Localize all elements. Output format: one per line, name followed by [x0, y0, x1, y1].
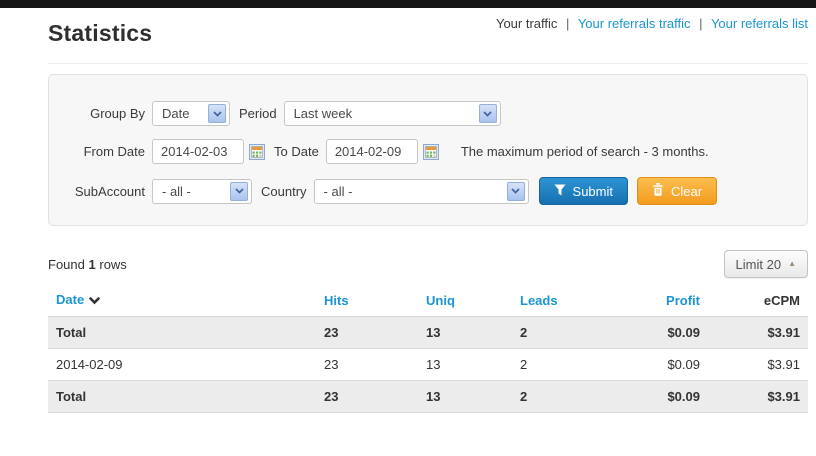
chevron-down-icon: [479, 104, 497, 123]
cell-leads: 2: [512, 317, 606, 349]
to-date-label: To Date: [274, 144, 319, 159]
country-select[interactable]: - all -: [314, 179, 529, 204]
found-count: 1: [89, 257, 96, 272]
submit-label: Submit: [573, 184, 613, 199]
cell-ecpm: $3.91: [708, 317, 808, 349]
nav-your-traffic[interactable]: Your traffic: [496, 16, 557, 31]
nav-separator: |: [699, 16, 702, 31]
cell-profit: $0.09: [606, 381, 708, 413]
from-date-label: From Date: [61, 144, 145, 159]
cell-leads: 2: [512, 349, 606, 381]
clear-label: Clear: [671, 184, 702, 199]
found-rows-text: Found 1 rows: [48, 257, 127, 272]
column-header-date[interactable]: Date: [48, 284, 316, 317]
top-nav: Your traffic | Your referrals traffic | …: [496, 16, 808, 31]
page-header: Statistics Your traffic | Your referrals…: [48, 8, 808, 64]
cell-hits: 23: [316, 317, 418, 349]
group-by-select[interactable]: Date: [152, 101, 230, 126]
nav-separator: |: [566, 16, 569, 31]
cell-profit: $0.09: [606, 317, 708, 349]
cell-hits: 23: [316, 349, 418, 381]
clear-button[interactable]: Clear: [637, 177, 717, 205]
subaccount-value: - all -: [162, 184, 191, 199]
cell-date: Total: [48, 381, 316, 413]
cell-profit: $0.09: [606, 349, 708, 381]
cell-leads: 2: [512, 381, 606, 413]
found-prefix: Found: [48, 257, 85, 272]
results-bar: Found 1 rows Limit 20 ▲: [48, 250, 808, 278]
table-row-total-top: Total 23 13 2 $0.09 $3.91: [48, 317, 808, 349]
column-header-profit[interactable]: Profit: [606, 284, 708, 317]
nav-your-referrals-list[interactable]: Your referrals list: [711, 16, 808, 31]
to-date-calendar-icon[interactable]: [423, 144, 439, 160]
subaccount-label: SubAccount: [61, 184, 145, 199]
from-date-input[interactable]: [152, 139, 244, 164]
cell-uniq: 13: [418, 381, 512, 413]
funnel-icon: [554, 184, 566, 199]
cell-uniq: 13: [418, 349, 512, 381]
submit-button[interactable]: Submit: [539, 177, 628, 205]
chevron-down-icon: [208, 104, 226, 123]
country-label: Country: [261, 184, 307, 199]
period-value: Last week: [294, 106, 353, 121]
subaccount-select[interactable]: - all -: [152, 179, 252, 204]
cell-uniq: 13: [418, 317, 512, 349]
cell-ecpm: $3.91: [708, 349, 808, 381]
column-header-uniq[interactable]: Uniq: [418, 284, 512, 317]
filter-row-subaccount-country: SubAccount - all - Country - all - Submi…: [61, 177, 789, 205]
table-row-data: 2014-02-09 23 13 2 $0.09 $3.91: [48, 349, 808, 381]
trash-icon: [652, 183, 664, 199]
chevron-up-icon: ▲: [788, 260, 796, 268]
limit-label: Limit 20: [736, 257, 782, 272]
column-header-hits[interactable]: Hits: [316, 284, 418, 317]
column-header-leads[interactable]: Leads: [512, 284, 606, 317]
filter-row-dates: From Date To Date: [61, 139, 789, 164]
to-date-input[interactable]: [326, 139, 418, 164]
table-row-total-bottom: Total 23 13 2 $0.09 $3.91: [48, 381, 808, 413]
column-header-ecpm: eCPM: [708, 284, 808, 317]
stats-table: Date Hits Uniq Leads Profit eCPM Total 2…: [48, 284, 808, 413]
from-date-calendar-icon[interactable]: [249, 144, 265, 160]
cell-ecpm: $3.91: [708, 381, 808, 413]
top-black-bar: [0, 0, 816, 8]
period-label: Period: [239, 106, 277, 121]
chevron-down-icon: [507, 182, 525, 201]
page-title: Statistics: [48, 20, 152, 47]
page-content: Statistics Your traffic | Your referrals…: [48, 8, 808, 413]
cell-date: 2014-02-09: [48, 349, 316, 381]
found-suffix: rows: [99, 257, 126, 272]
table-header-row: Date Hits Uniq Leads Profit eCPM: [48, 284, 808, 317]
chevron-down-icon: [230, 182, 248, 201]
filter-panel: Group By Date Period Last week From Date: [48, 74, 808, 226]
period-select[interactable]: Last week: [284, 101, 501, 126]
group-by-value: Date: [162, 106, 189, 121]
group-by-label: Group By: [61, 106, 145, 121]
country-value: - all -: [324, 184, 353, 199]
filter-row-group-period: Group By Date Period Last week: [61, 101, 789, 126]
cell-date: Total: [48, 317, 316, 349]
max-period-note: The maximum period of search - 3 months.: [461, 144, 709, 159]
limit-button[interactable]: Limit 20 ▲: [724, 250, 808, 278]
sort-desc-icon: [89, 293, 100, 308]
cell-hits: 23: [316, 381, 418, 413]
nav-your-referrals-traffic[interactable]: Your referrals traffic: [578, 16, 691, 31]
